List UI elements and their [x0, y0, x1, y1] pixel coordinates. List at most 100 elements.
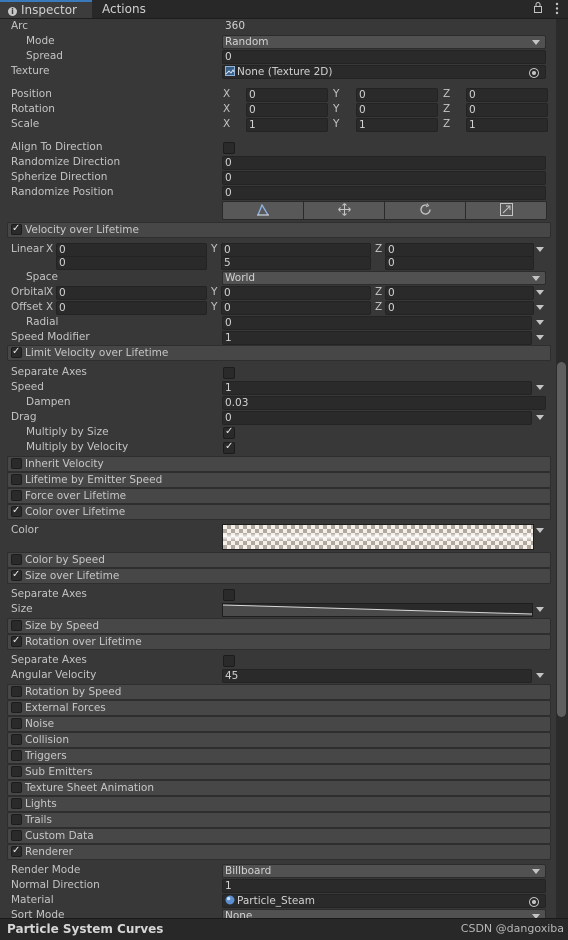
orbital-x-field[interactable]: 0 — [56, 286, 207, 300]
object-picker-icon[interactable] — [529, 897, 539, 907]
spread-field[interactable]: 0 — [222, 50, 546, 64]
module-size-by-speed[interactable]: Size by Speed — [7, 618, 551, 634]
curve-mode-arrow-icon[interactable] — [536, 385, 544, 390]
drag-field[interactable]: 0 — [222, 411, 532, 425]
module-color-by-speed[interactable]: Color by Speed — [7, 552, 551, 568]
material-field[interactable]: Particle_Steam — [222, 894, 546, 908]
dampen-field[interactable]: 0.03 — [222, 396, 546, 410]
scale-x-field[interactable]: 1 — [246, 118, 328, 132]
module-checkbox[interactable] — [11, 702, 22, 713]
move-tool-button[interactable] — [304, 202, 385, 219]
rotation-z-field[interactable]: 0 — [466, 103, 548, 117]
module-custom-data[interactable]: Custom Data — [7, 828, 551, 844]
shape-edit-button[interactable] — [223, 202, 304, 219]
orbital-z-field[interactable]: 0 — [385, 286, 534, 300]
arc-field[interactable]: 360 — [222, 19, 546, 33]
speed-modifier-field[interactable]: 1 — [222, 331, 532, 345]
curve-mode-arrow-icon[interactable] — [536, 290, 544, 295]
scale-tool-button[interactable] — [466, 202, 546, 219]
module-velocity-over-lifetime[interactable]: Velocity over Lifetime — [7, 222, 551, 238]
module-external-forces[interactable]: External Forces — [7, 700, 551, 716]
module-sub-emitters[interactable]: Sub Emitters — [7, 764, 551, 780]
module-triggers[interactable]: Triggers — [7, 748, 551, 764]
module-checkbox[interactable] — [11, 458, 22, 469]
linear-y-max-field[interactable]: 5 — [221, 256, 371, 270]
lock-icon[interactable] — [534, 2, 542, 13]
curve-mode-arrow-icon[interactable] — [536, 335, 544, 340]
texture-field[interactable]: None (Texture 2D) — [222, 65, 546, 79]
curve-mode-arrow-icon[interactable] — [536, 607, 544, 612]
module-trails[interactable]: Trails — [7, 812, 551, 828]
limit-velocity-module-checkbox[interactable] — [11, 346, 22, 358]
curve-mode-arrow-icon[interactable] — [536, 673, 544, 678]
module-size-over-lifetime[interactable]: Size over Lifetime — [7, 568, 551, 584]
module-force-over-lifetime[interactable]: Force over Lifetime — [7, 488, 551, 504]
module-checkbox[interactable] — [11, 766, 22, 777]
module-noise[interactable]: Noise — [7, 716, 551, 732]
tab-inspector[interactable]: i Inspector — [0, 0, 92, 18]
multiply-by-size-checkbox[interactable] — [223, 426, 235, 439]
position-x-field[interactable]: 0 — [246, 88, 328, 102]
object-picker-icon[interactable] — [529, 68, 539, 78]
position-z-field[interactable]: 0 — [466, 88, 548, 102]
module-checkbox[interactable] — [11, 814, 22, 825]
rotation-x-field[interactable]: 0 — [246, 103, 328, 117]
module-checkbox[interactable] — [11, 569, 22, 581]
module-lifetime-by-emitter-speed[interactable]: Lifetime by Emitter Speed — [7, 472, 551, 488]
module-color-over-lifetime[interactable]: Color over Lifetime — [7, 504, 551, 520]
module-limit-velocity-over-lifetime[interactable]: Limit Velocity over Lifetime — [7, 345, 551, 361]
curve-mode-arrow-icon[interactable] — [536, 320, 544, 325]
speed-field[interactable]: 1 — [222, 381, 532, 395]
module-checkbox[interactable] — [11, 750, 22, 761]
tab-actions[interactable]: Actions — [94, 0, 154, 18]
rotation-y-field[interactable]: 0 — [356, 103, 438, 117]
orbital-y-field[interactable]: 0 — [221, 286, 371, 300]
mode-dropdown[interactable]: Random — [222, 35, 546, 49]
position-y-field[interactable]: 0 — [356, 88, 438, 102]
linear-z-max-field[interactable]: 0 — [385, 256, 534, 270]
module-collision[interactable]: Collision — [7, 732, 551, 748]
linear-x-max-field[interactable]: 0 — [56, 256, 207, 270]
randomize-direction-field[interactable]: 0 — [222, 156, 546, 170]
spherize-direction-field[interactable]: 0 — [222, 171, 546, 185]
module-rotation-over-lifetime[interactable]: Rotation over Lifetime — [7, 634, 551, 650]
module-checkbox[interactable] — [11, 734, 22, 745]
scrollbar-thumb[interactable] — [557, 362, 566, 717]
module-checkbox[interactable] — [11, 554, 22, 565]
module-checkbox[interactable] — [11, 798, 22, 809]
separate-axes-checkbox[interactable] — [223, 589, 235, 601]
align-to-direction-checkbox[interactable] — [223, 142, 235, 154]
separate-axes-checkbox[interactable] — [223, 655, 235, 667]
curve-mode-arrow-icon[interactable] — [536, 528, 544, 533]
offset-x-field[interactable]: 0 — [56, 301, 207, 315]
offset-z-field[interactable]: 0 — [385, 301, 534, 315]
color-gradient-field[interactable] — [222, 524, 534, 550]
module-checkbox[interactable] — [11, 635, 22, 647]
particle-system-curves-bar[interactable]: Particle System Curves CSDN @dangoxiba — [0, 918, 568, 940]
module-lights[interactable]: Lights — [7, 796, 551, 812]
velocity-module-checkbox[interactable] — [11, 223, 22, 235]
curve-mode-arrow-icon[interactable] — [536, 305, 544, 310]
curve-mode-arrow-icon[interactable] — [536, 415, 544, 420]
scale-z-field[interactable]: 1 — [466, 118, 548, 132]
separate-axes-checkbox[interactable] — [223, 367, 235, 379]
module-rotation-by-speed[interactable]: Rotation by Speed — [7, 684, 551, 700]
scale-y-field[interactable]: 1 — [356, 118, 438, 132]
rotate-tool-button[interactable] — [385, 202, 466, 219]
multiply-by-velocity-checkbox[interactable] — [223, 441, 235, 454]
module-checkbox[interactable] — [11, 620, 22, 631]
module-checkbox[interactable] — [11, 830, 22, 841]
space-dropdown[interactable]: World — [222, 271, 546, 285]
radial-field[interactable]: 0 — [222, 316, 532, 330]
normal-direction-field[interactable]: 1 — [222, 879, 546, 893]
module-checkbox[interactable] — [11, 845, 22, 857]
more-menu-icon[interactable] — [555, 2, 559, 15]
module-texture-sheet-animation[interactable]: Texture Sheet Animation — [7, 780, 551, 796]
module-checkbox[interactable] — [11, 686, 22, 697]
offset-y-field[interactable]: 0 — [221, 301, 371, 315]
module-checkbox[interactable] — [11, 505, 22, 517]
module-checkbox[interactable] — [11, 718, 22, 729]
randomize-position-field[interactable]: 0 — [222, 186, 546, 200]
module-checkbox[interactable] — [11, 782, 22, 793]
angular-velocity-field[interactable]: 45 — [222, 669, 532, 683]
